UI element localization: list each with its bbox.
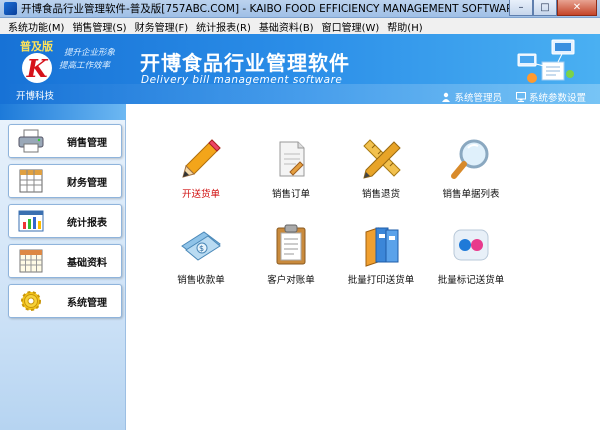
binders-icon — [365, 227, 399, 267]
system-admin-link[interactable]: 系统管理员 — [441, 90, 502, 104]
system-settings-label: 系统参数设置 — [528, 93, 586, 104]
fn-label: 销售订单 — [271, 189, 310, 200]
flickr-dots-icon — [453, 229, 489, 261]
network-graphic-icon — [517, 39, 575, 83]
close-button[interactable]: ✕ — [557, 0, 597, 16]
fn-label: 客户对账单 — [267, 275, 315, 286]
sidebar-item-finance[interactable]: 财务管理 — [8, 164, 122, 198]
header-banner: 普及版 K 开博科技 提升企业形象 提高工作效率 开博食品行业管理软件 Deli… — [0, 34, 600, 104]
minimize-button[interactable]: – — [509, 0, 533, 16]
fn-label: 销售收款单 — [177, 275, 225, 286]
sidebar-item-label: 财务管理 — [67, 177, 107, 189]
printer-icon — [17, 128, 45, 154]
app-subtitle: Delivery bill management software — [141, 74, 343, 86]
sales-return-button[interactable]: 销售退货 — [335, 136, 427, 200]
fn-label: 销售退货 — [361, 189, 400, 200]
slogan: 提升企业形象 提高工作效率 — [59, 47, 116, 73]
sidebar-item-basic-data[interactable]: 基础资料 — [8, 244, 122, 278]
maximize-button[interactable]: □ — [533, 0, 557, 16]
company-logo: 普及版 K 开博科技 — [8, 36, 63, 102]
app-icon — [4, 2, 17, 15]
sidebar-item-reports[interactable]: 统计报表 — [8, 204, 122, 238]
slogan-line-2: 提高工作效率 — [59, 61, 111, 71]
edition-label: 普及版 — [20, 40, 53, 53]
title-bar: 开博食品行业管理软件-普及版[757ABC.COM] - KAIBO FOOD … — [0, 0, 600, 18]
svg-text:$: $ — [199, 244, 204, 253]
ruler-pencil-icon — [363, 139, 401, 179]
chart-report-icon — [17, 208, 45, 234]
fn-label: 批量标记送货单 — [437, 275, 505, 286]
sidebar-item-sales[interactable]: 销售管理 — [8, 124, 122, 158]
menu-sales[interactable]: 销售管理(S) — [68, 19, 130, 34]
sidebar-item-label: 基础资料 — [67, 257, 107, 269]
sales-receipt-button[interactable]: $ 销售收款单 — [155, 222, 247, 286]
gear-icon — [17, 288, 45, 314]
sales-order-button[interactable]: 销售订单 — [245, 136, 337, 200]
sidebar-item-system[interactable]: 系统管理 — [8, 284, 122, 318]
batch-print-delivery-button[interactable]: 批量打印送货单 — [335, 222, 427, 286]
app-name: 开博食品行业管理软件 — [140, 51, 350, 75]
sidebar: 销售管理 财务管理 统计报表 基础资料 系统管理 — [0, 104, 126, 430]
calendar-grid-icon — [17, 248, 45, 274]
clipboard-icon — [276, 224, 306, 265]
menu-system[interactable]: 系统功能(M) — [4, 19, 68, 34]
sales-list-button[interactable]: 销售单据列表 — [425, 136, 517, 200]
batch-mark-delivery-button[interactable]: 批量标记送货单 — [425, 222, 517, 286]
window-title: 开博食品行业管理软件-普及版[757ABC.COM] - KAIBO FOOD … — [21, 3, 562, 15]
menu-reports[interactable]: 统计报表(R) — [192, 19, 255, 34]
magnifier-icon — [451, 139, 489, 179]
menu-window[interactable]: 窗口管理(W) — [318, 19, 384, 34]
top-links: 系统管理员 系统参数设置 — [441, 90, 586, 104]
sidebar-item-label: 统计报表 — [67, 217, 107, 229]
fn-label: 批量打印送货单 — [347, 275, 415, 286]
logo-k-icon: K — [22, 53, 52, 83]
user-icon — [442, 92, 451, 102]
customer-statement-button[interactable]: 客户对账单 — [245, 222, 337, 286]
company-name: 开博科技 — [16, 91, 55, 102]
create-delivery-note-button[interactable]: 开送货单 — [155, 136, 247, 200]
spreadsheet-icon — [17, 168, 45, 194]
sidebar-item-label: 销售管理 — [67, 137, 107, 149]
window-controls: – □ ✕ — [509, 0, 597, 17]
menu-bar: 系统功能(M) 销售管理(S) 财务管理(F) 统计报表(R) 基础资料(B) … — [0, 18, 600, 34]
pencil-icon — [182, 139, 221, 178]
system-settings-link[interactable]: 系统参数设置 — [515, 90, 586, 104]
document-edit-icon — [279, 141, 305, 177]
sidebar-item-label: 系统管理 — [67, 297, 107, 309]
menu-finance[interactable]: 财务管理(F) — [131, 19, 193, 34]
menu-basic-data[interactable]: 基础资料(B) — [255, 19, 318, 34]
fn-label: 开送货单 — [181, 189, 220, 200]
fn-label: 销售单据列表 — [442, 189, 500, 200]
main-panel: 开送货单 销售订单 销售退货 销售单据列表 $ 销售收款单 客户对账单 批量打印… — [127, 104, 600, 430]
menu-help[interactable]: 帮助(H) — [383, 19, 426, 34]
system-admin-label: 系统管理员 — [454, 93, 502, 104]
money-icon: $ — [181, 231, 221, 261]
slogan-line-1: 提升企业形象 — [64, 48, 116, 58]
monitor-icon — [515, 92, 526, 102]
